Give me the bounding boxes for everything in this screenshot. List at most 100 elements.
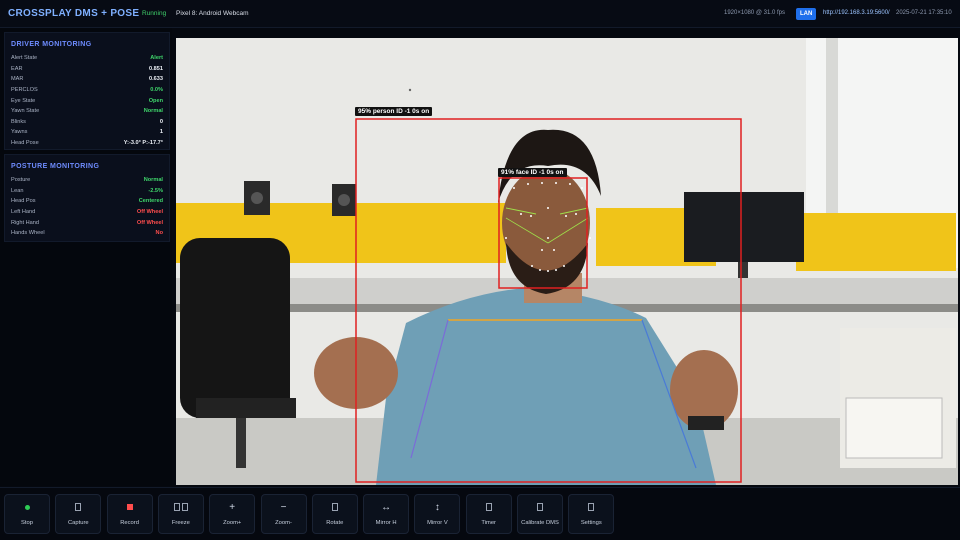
capture-button[interactable]: Capture [55, 494, 102, 534]
driver-metric-row: Yawn State Normal [11, 106, 163, 117]
posture-metric-row: Posture Normal [11, 175, 163, 186]
calibrate-icon [518, 502, 562, 514]
timer-button[interactable]: Timer [465, 494, 512, 534]
driver-metric-row-value: 0.633 [149, 76, 163, 83]
settings-button[interactable]: Settings [568, 494, 615, 534]
driver-metric-row-label: Blinks [11, 118, 26, 125]
posture-metric-row-value: Off Wheel [136, 209, 163, 216]
driver-metric-row-value: Y:-3.0° P:-17.7° [123, 140, 163, 147]
toolbar-button-label: Calibrate DMS [521, 520, 559, 526]
driver-metric-row-label: Head Pose [11, 140, 39, 147]
toolbar-button-label: Rotate [326, 520, 344, 526]
toolbar-button-label: Mirror V [427, 520, 448, 526]
toolbar-button-label: Mirror H [375, 520, 397, 526]
driver-metric-row: Head Pose Y:-3.0° P:-17.7° [11, 138, 163, 149]
driver-metric-row-label: Yawns [11, 129, 28, 136]
posture-monitoring-title: POSTURE MONITORING [11, 163, 100, 170]
calibrate-dms-button[interactable]: Calibrate DMS [517, 494, 563, 534]
toolbar-button-label: Timer [481, 520, 496, 526]
driver-metric-row: Alert State Alert [11, 53, 163, 64]
driver-metric-row-value: Open [148, 97, 163, 104]
face-detection-label: 91% face ID -1 0s on [498, 168, 567, 177]
driver-metric-row: EAR 0.851 [11, 64, 163, 75]
posture-metric-row: Head Pos Centered [11, 196, 163, 207]
driver-monitoring-panel: DRIVER MONITORING Alert State Alert EAR 0.8… [4, 32, 170, 150]
driver-metric-row-label: Alert State [11, 55, 38, 62]
zoom-out-icon: − [280, 502, 287, 513]
zoom-in-icon: + [229, 502, 236, 513]
driver-metric-row-value: Normal [143, 108, 163, 115]
zoom-button[interactable]: − Zoom- [260, 494, 307, 534]
mirror-v-icon: ↕ [434, 502, 440, 513]
toolbar-button-label: Stop [21, 520, 33, 526]
driver-metric-row-label: Eye State [11, 97, 36, 104]
capture-icon [56, 502, 100, 514]
toolbar-button-label: Capture [67, 520, 89, 526]
driver-metric-row-value: 0.851 [149, 65, 163, 72]
posture-metric-row: Left Hand Off Wheel [11, 207, 163, 218]
rotate-icon [313, 502, 357, 514]
driver-metric-row: PERCLOS 0.0% [11, 85, 163, 96]
driver-metric-row-label: Yawn State [11, 108, 40, 115]
record-icon [108, 502, 152, 514]
mirror-h-icon: ↔ [381, 502, 392, 513]
posture-metric-row: Right Hand Off Wheel [11, 217, 163, 228]
driver-monitoring-rows: Alert State Alert EAR 0.851 MAR 0.633 PERCLOS 0… [11, 53, 163, 148]
zoom-button[interactable]: + Zoom+ [209, 494, 256, 534]
driver-monitoring-title: DRIVER MONITORING [11, 41, 92, 48]
toolbar-button-label: Settings [580, 520, 602, 526]
posture-metric-row-value: Normal [143, 177, 163, 184]
camera-frame [176, 38, 958, 485]
driver-metric-row: Blinks 0 [11, 117, 163, 128]
app-title: CROSSPLAY DMS + POSE [8, 8, 140, 19]
toolbar-button-label: Zoom+ [223, 520, 242, 526]
resolution-readout: 1920×1080 @ 31.0 fps [724, 10, 785, 16]
toolbar-button-label: Record [120, 520, 139, 526]
posture-metric-row-label: Posture [11, 177, 31, 184]
driver-metric-row: Yawns 1 [11, 127, 163, 138]
timer-icon [467, 502, 511, 514]
driver-metric-row-label: EAR [11, 65, 23, 72]
sidebar: DRIVER MONITORING Alert State Alert EAR 0.8… [0, 28, 172, 486]
server-url-link[interactable]: http://192.168.3.19:5600/ [823, 10, 890, 16]
posture-metric-row: Hands Wheel No [11, 228, 163, 239]
driver-metric-row-label: MAR [11, 76, 24, 83]
camera-view[interactable]: 95% person ID -1 0s on 91% face ID -1 0s… [176, 38, 958, 485]
mirror-h-button[interactable]: ↔ Mirror H [363, 494, 410, 534]
freeze-icon [159, 502, 203, 514]
toolbar-button-label: Freeze [171, 520, 190, 526]
status-indicator: Running [142, 10, 167, 17]
bottom-toolbar: Stop Capture Record Freeze + Zoom+ − Zoom- Rota… [0, 487, 960, 540]
posture-monitoring-panel: POSTURE MONITORING Posture Normal Lean -2.5… [4, 154, 170, 242]
posture-monitoring-rows: Posture Normal Lean -2.5% Head Pos Centered Le… [11, 175, 163, 239]
driver-metric-row-label: PERCLOS [11, 87, 38, 94]
driver-metric-row-value: 0 [159, 118, 163, 125]
stop-dot-icon [5, 502, 49, 514]
record-button[interactable]: Record [106, 494, 153, 534]
mirror-v-button[interactable]: ↕ Mirror V [414, 494, 461, 534]
driver-metric-row-value: Alert [150, 55, 163, 62]
stop-button[interactable]: Stop [4, 494, 50, 534]
person-detection-label: 95% person ID -1 0s on [355, 107, 433, 116]
datetime: 2025-07-21 17:35:10 [896, 10, 952, 16]
lan-badge: LAN [796, 8, 817, 20]
posture-metric-row-label: Right Hand [11, 219, 39, 226]
posture-metric-row-value: No [155, 230, 163, 237]
device-name: Pixel 8: Android Webcam [176, 10, 249, 17]
driver-metric-row: MAR 0.633 [11, 74, 163, 85]
posture-metric-row-label: Lean [11, 187, 24, 194]
driver-metric-row-value: 1 [159, 129, 163, 136]
posture-metric-row-label: Head Pos [11, 198, 36, 205]
posture-metric-row-value: Off Wheel [136, 219, 163, 226]
posture-metric-row: Lean -2.5% [11, 186, 163, 197]
rotate-button[interactable]: Rotate [311, 494, 358, 534]
posture-metric-row-label: Left Hand [11, 209, 36, 216]
top-bar: CROSSPLAY DMS + POSE Running Pixel 8: An… [0, 0, 960, 28]
posture-metric-row-value: Centered [138, 198, 163, 205]
driver-metric-row-value: 0.0% [150, 87, 163, 94]
freeze-button[interactable]: Freeze [157, 494, 204, 534]
settings-icon [569, 502, 613, 514]
driver-metric-row: Eye State Open [11, 95, 163, 106]
posture-metric-row-label: Hands Wheel [11, 230, 45, 237]
toolbar-button-label: Zoom- [275, 520, 292, 526]
